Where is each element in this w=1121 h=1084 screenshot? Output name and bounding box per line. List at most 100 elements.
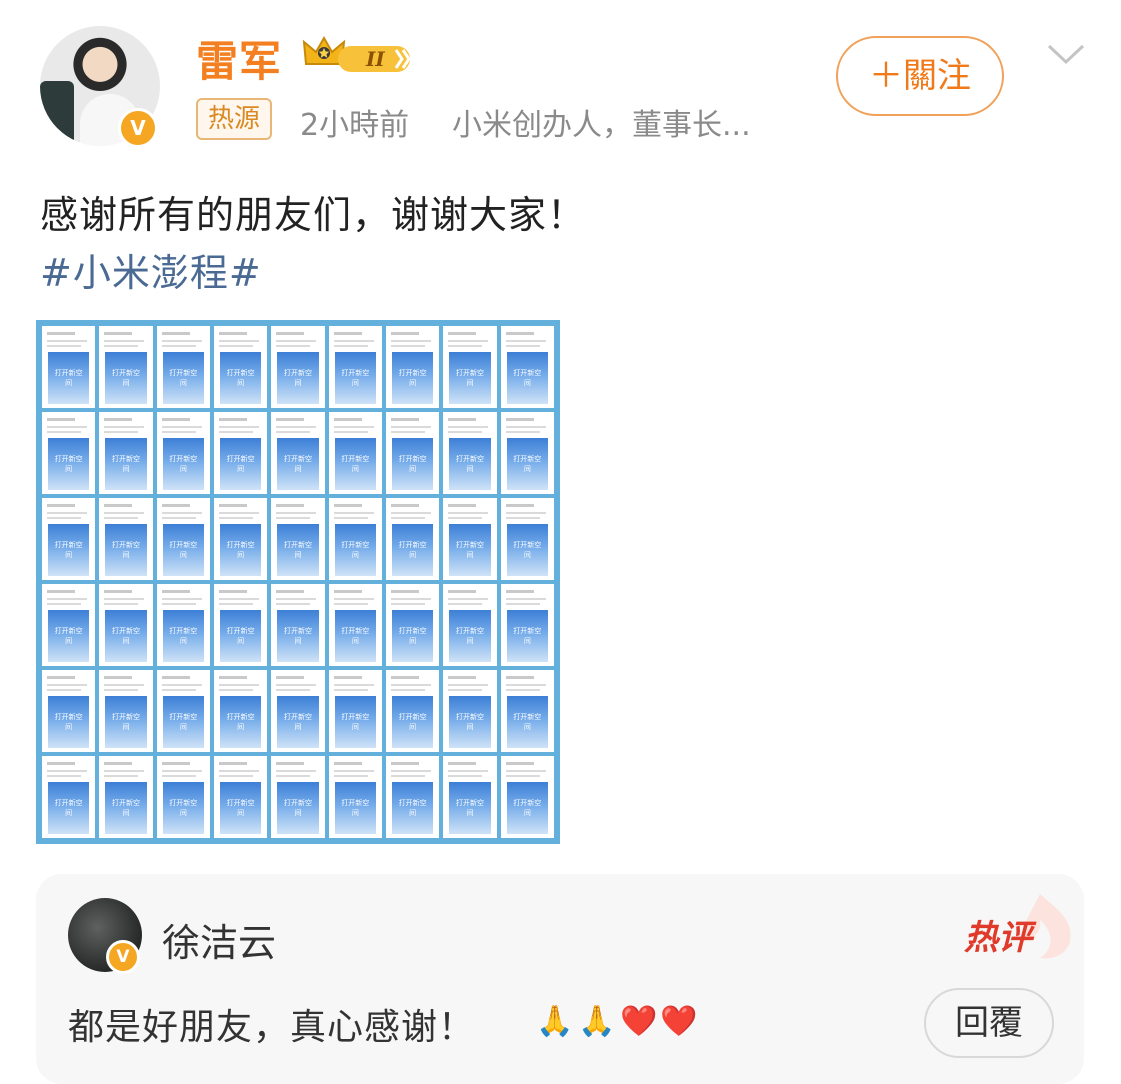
grid-image-tile[interactable]: 打开新空间 — [42, 584, 96, 666]
poster-thumbnail: 打开新空间 — [334, 352, 376, 404]
poster-caption: 打开新空间 — [341, 627, 370, 645]
poster-thumbnail: 打开新空间 — [162, 438, 204, 490]
post-time: 2小時前 — [300, 108, 410, 143]
poster-thumbnail: 打开新空间 — [277, 438, 319, 490]
grid-image-tile[interactable]: 打开新空间 — [385, 584, 440, 666]
poster-thumbnail: 打开新空间 — [334, 782, 376, 834]
poster-caption: 打开新空间 — [111, 713, 140, 731]
post-text: 感谢所有的朋友们，谢谢大家！ — [40, 193, 587, 237]
grid-image-tile[interactable]: 打开新空间 — [443, 412, 497, 494]
author-description: 小米创办人，董事长... — [452, 108, 751, 143]
grid-image-tile[interactable]: 打开新空间 — [213, 498, 268, 580]
poster-caption: 打开新空间 — [169, 541, 198, 559]
grid-image-tile[interactable]: 打开新空间 — [99, 756, 153, 838]
poster-thumbnail: 打开新空间 — [334, 438, 376, 490]
grid-image-tile[interactable]: 打开新空间 — [42, 326, 96, 408]
commenter-name[interactable]: 徐洁云 — [162, 912, 276, 967]
poster-thumbnail: 打开新空间 — [277, 696, 319, 748]
poster-caption: 打开新空间 — [455, 541, 484, 559]
grid-image-tile[interactable]: 打开新空间 — [328, 412, 382, 494]
grid-image-tile[interactable]: 打开新空间 — [443, 498, 497, 580]
poster-caption: 打开新空间 — [111, 627, 140, 645]
grid-image-tile[interactable]: 打开新空间 — [99, 326, 153, 408]
grid-image-tile[interactable]: 打开新空间 — [385, 756, 440, 838]
grid-image-tile[interactable]: 打开新空间 — [99, 498, 153, 580]
hot-comment-badge: 热评 — [964, 918, 1032, 958]
poster-thumbnail: 打开新空间 — [48, 352, 90, 404]
grid-image-tile[interactable]: 打开新空间 — [42, 756, 96, 838]
grid-image-tile[interactable]: 打开新空间 — [443, 670, 497, 752]
poster-thumbnail: 打开新空间 — [48, 696, 90, 748]
grid-image-tile[interactable]: 打开新空间 — [271, 670, 325, 752]
grid-image-tile[interactable]: 打开新空间 — [271, 326, 325, 408]
grid-image-tile[interactable]: 打开新空间 — [213, 756, 268, 838]
grid-image-tile[interactable]: 打开新空间 — [385, 326, 440, 408]
grid-image-tile[interactable]: 打开新空间 — [443, 326, 497, 408]
author-name[interactable]: 雷军 — [196, 28, 282, 89]
grid-image-tile[interactable]: 打开新空间 — [500, 584, 554, 666]
poster-thumbnail: 打开新空间 — [105, 696, 147, 748]
poster-caption: 打开新空间 — [169, 799, 198, 817]
hashtag-link[interactable]: #小米澎程# — [40, 242, 262, 297]
grid-image-tile[interactable]: 打开新空间 — [156, 756, 210, 838]
grid-image-tile[interactable]: 打开新空间 — [42, 670, 96, 752]
grid-image-tile[interactable]: 打开新空间 — [271, 584, 325, 666]
grid-image-tile[interactable]: 打开新空间 — [99, 584, 153, 666]
grid-image-tile[interactable]: 打开新空间 — [271, 756, 325, 838]
grid-image-tile[interactable]: 打开新空间 — [500, 412, 554, 494]
poster-thumbnail: 打开新空间 — [105, 438, 147, 490]
grid-image-tile[interactable]: 打开新空间 — [385, 670, 440, 752]
grid-image-tile[interactable]: 打开新空间 — [500, 326, 554, 408]
follow-button[interactable]: ＋關注 — [836, 36, 1004, 116]
grid-image-tile[interactable]: 打开新空间 — [156, 670, 210, 752]
poster-thumbnail: 打开新空间 — [105, 610, 147, 662]
poster-thumbnail: 打开新空间 — [105, 352, 147, 404]
grid-image-tile[interactable]: 打开新空间 — [213, 670, 268, 752]
poster-caption: 打开新空间 — [513, 369, 542, 387]
reply-button[interactable]: 回覆 — [924, 988, 1054, 1058]
poster-caption: 打开新空间 — [283, 455, 312, 473]
poster-thumbnail: 打开新空间 — [162, 782, 204, 834]
grid-image-tile[interactable]: 打开新空间 — [213, 412, 268, 494]
comment-text: 都是好朋友，真心感谢！ — [68, 1007, 476, 1048]
poster-thumbnail: 打开新空间 — [219, 782, 262, 834]
poster-thumbnail: 打开新空间 — [277, 782, 319, 834]
grid-image-tile[interactable]: 打开新空间 — [443, 756, 497, 838]
poster-caption: 打开新空间 — [398, 369, 427, 387]
poster-thumbnail: 打开新空间 — [391, 524, 434, 576]
grid-image-tile[interactable]: 打开新空间 — [99, 412, 153, 494]
grid-image-tile[interactable]: 打开新空间 — [500, 670, 554, 752]
avatar-car-shape — [40, 81, 74, 146]
grid-image-tile[interactable]: 打开新空间 — [156, 584, 210, 666]
poster-thumbnail: 打开新空间 — [162, 524, 204, 576]
grid-image-tile[interactable]: 打开新空间 — [385, 412, 440, 494]
grid-image-tile[interactable]: 打开新空间 — [328, 584, 382, 666]
grid-image-tile[interactable]: 打开新空间 — [328, 326, 382, 408]
poster-thumbnail: 打开新空间 — [449, 696, 491, 748]
grid-image-tile[interactable]: 打开新空间 — [213, 326, 268, 408]
grid-image-tile[interactable]: 打开新空间 — [42, 498, 96, 580]
grid-image-tile[interactable]: 打开新空间 — [156, 498, 210, 580]
grid-image-tile[interactable]: 打开新空间 — [328, 498, 382, 580]
poster-caption: 打开新空间 — [283, 627, 312, 645]
poster-caption: 打开新空间 — [111, 541, 140, 559]
grid-image-tile[interactable]: 打开新空间 — [213, 584, 268, 666]
grid-image-tile[interactable]: 打开新空间 — [271, 412, 325, 494]
chevron-down-icon[interactable] — [1046, 40, 1086, 70]
grid-image-tile[interactable]: 打开新空间 — [385, 498, 440, 580]
grid-image-tile[interactable]: 打开新空间 — [271, 498, 325, 580]
grid-image-tile[interactable]: 打开新空间 — [443, 584, 497, 666]
grid-image-tile[interactable]: 打开新空间 — [500, 756, 554, 838]
grid-image-tile[interactable]: 打开新空间 — [328, 756, 382, 838]
grid-image-tile[interactable]: 打开新空间 — [156, 326, 210, 408]
grid-image-tile[interactable]: 打开新空间 — [99, 670, 153, 752]
poster-thumbnail: 打开新空间 — [219, 438, 262, 490]
grid-image-tile[interactable]: 打开新空间 — [500, 498, 554, 580]
grid-image-tile[interactable]: 打开新空间 — [42, 412, 96, 494]
poster-thumbnail: 打开新空间 — [219, 696, 262, 748]
poster-thumbnail: 打开新空间 — [506, 352, 548, 404]
grid-image-tile[interactable]: 打开新空间 — [156, 412, 210, 494]
grid-image-tile[interactable]: 打开新空间 — [328, 670, 382, 752]
poster-caption: 打开新空间 — [341, 369, 370, 387]
post-image-grid[interactable]: 打开新空间 打开新空间 打开新空间 打开新空间 打开新空间 打开新空间 打开新空间 打开新空间… — [36, 320, 560, 844]
